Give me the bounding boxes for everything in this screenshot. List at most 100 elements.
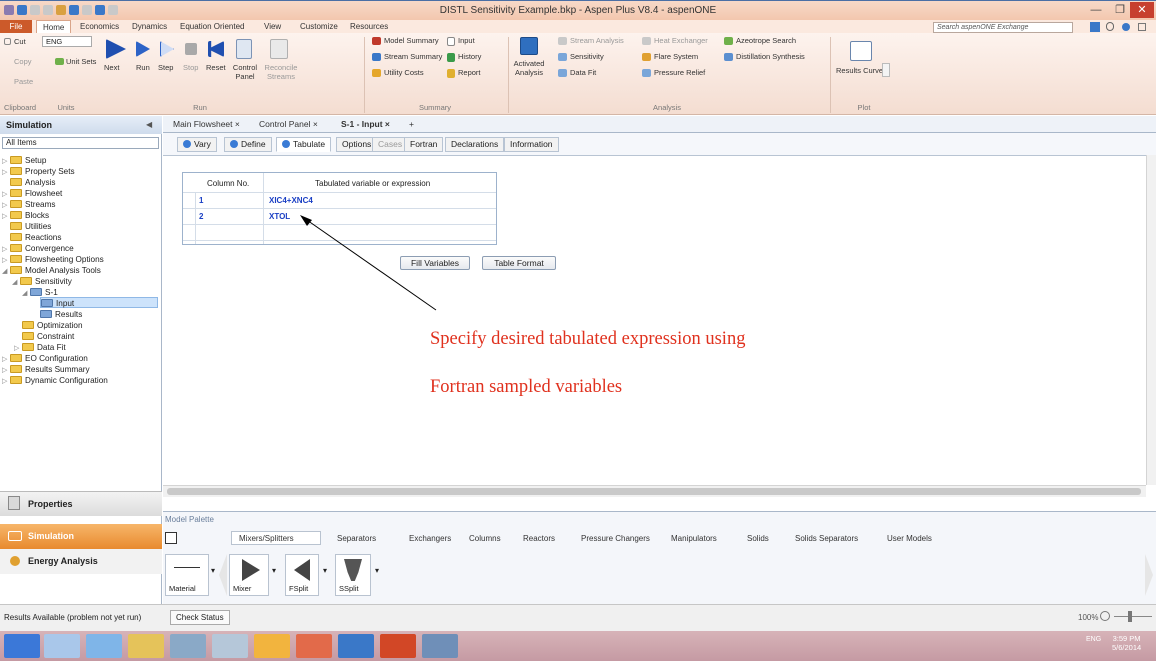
nav-simulation-button[interactable]: Simulation <box>0 524 162 549</box>
stop-button[interactable]: Stop <box>183 63 198 72</box>
scroll-thumb[interactable] <box>167 488 1141 495</box>
tab-define[interactable]: Define <box>224 137 272 152</box>
help-icon[interactable] <box>1122 23 1130 31</box>
check-status-button[interactable]: Check Status <box>170 610 230 625</box>
nav-properties-button[interactable]: Properties <box>0 491 162 516</box>
doc-tab-s1-input[interactable]: S-1 - Input × <box>341 119 390 129</box>
model-summary-button[interactable]: Model Summary <box>384 36 439 45</box>
add-tab-button[interactable]: + <box>409 119 414 129</box>
search-icon[interactable] <box>1090 22 1100 32</box>
close-button[interactable]: ✕ <box>1130 2 1154 18</box>
heat-exchanger-button[interactable]: Heat Exchanger <box>654 36 708 45</box>
app-icon[interactable] <box>212 634 248 658</box>
tree-item[interactable]: Analysis <box>10 177 56 188</box>
zoom-out-icon[interactable] <box>1100 611 1110 621</box>
maximize-button[interactable]: ❐ <box>1108 2 1132 18</box>
unit-sets-button[interactable]: Unit Sets <box>66 57 96 66</box>
tree-item-selected[interactable]: Input <box>40 297 158 308</box>
table-format-button[interactable]: Table Format <box>482 256 556 270</box>
row-2-column-no[interactable]: 2 <box>199 212 203 221</box>
tree-item[interactable]: ▷ Streams <box>2 199 55 210</box>
tab-fortran[interactable]: Fortran <box>404 137 444 152</box>
palette-item-mixer[interactable]: Mixer <box>229 554 269 596</box>
aspen-icon[interactable] <box>338 634 374 658</box>
nav-energy-analysis-button[interactable]: Energy Analysis <box>0 549 162 574</box>
unit-set-select[interactable]: ENG <box>42 36 92 47</box>
tree-item[interactable]: ▷ Flowsheet <box>2 188 62 199</box>
user-icon[interactable] <box>1106 22 1114 31</box>
control-panel-button[interactable]: Control Panel <box>230 63 260 81</box>
chrome-icon[interactable] <box>296 634 332 658</box>
step-button[interactable]: Step <box>158 63 173 72</box>
tree-item[interactable]: Results <box>40 309 82 320</box>
tree-item[interactable]: ▷ Flowsheeting Options <box>2 254 104 265</box>
stream-summary-button[interactable]: Stream Summary <box>384 52 442 61</box>
palette-tab-separators[interactable]: Separators <box>337 534 376 543</box>
row-1-column-no[interactable]: 1 <box>199 196 203 205</box>
tree-item[interactable]: Reactions <box>10 232 61 243</box>
file-explorer-icon[interactable] <box>128 634 164 658</box>
paste-button[interactable]: Paste <box>14 77 33 86</box>
search-input[interactable]: Search aspenONE Exchange <box>933 22 1073 33</box>
palette-item-ssplit[interactable]: SSplit <box>335 554 371 596</box>
palette-tab-pressure-changers[interactable]: Pressure Changers <box>581 534 650 543</box>
app-icon[interactable] <box>170 634 206 658</box>
palette-item-fsplit[interactable]: FSplit <box>285 554 319 596</box>
tree-item[interactable]: Constraint <box>22 331 74 342</box>
tab-home[interactable]: Home <box>36 20 72 33</box>
ssplit-dropdown[interactable]: ▾ <box>375 566 379 575</box>
palette-tab-reactors[interactable]: Reactors <box>523 534 555 543</box>
row-2-expression[interactable]: XTOL <box>269 212 290 221</box>
tree-item[interactable]: ◢ Sensitivity <box>12 276 72 287</box>
language-indicator[interactable]: ENG <box>1086 636 1101 643</box>
minimize-button[interactable]: — <box>1084 2 1108 18</box>
cut-button[interactable]: Cut <box>14 37 26 46</box>
report-button[interactable]: Report <box>458 68 481 77</box>
tab-dynamics[interactable]: Dynamics <box>132 22 167 31</box>
palette-tab-manipulators[interactable]: Manipulators <box>671 534 717 543</box>
tree-item[interactable]: ▷ Convergence <box>2 243 74 254</box>
utility-costs-button[interactable]: Utility Costs <box>384 68 424 77</box>
tree-item[interactable]: ◢ Model Analysis Tools <box>2 265 101 276</box>
tree-item[interactable]: ▷ Property Sets <box>2 166 75 177</box>
fsplit-dropdown[interactable]: ▾ <box>323 566 327 575</box>
palette-tab-mixers-splitters[interactable]: Mixers/Splitters <box>239 534 294 543</box>
start-icon[interactable] <box>4 634 40 658</box>
ribbon-toggle-icon[interactable] <box>1138 23 1146 31</box>
tab-view[interactable]: View <box>264 22 281 31</box>
zoom-slider-thumb[interactable] <box>1128 611 1132 622</box>
tab-tabulate[interactable]: Tabulate <box>276 137 332 152</box>
next-button[interactable]: Next <box>104 63 119 72</box>
internet-explorer-icon[interactable] <box>86 634 122 658</box>
tab-economics[interactable]: Economics <box>80 22 119 31</box>
gallery-expand-button[interactable] <box>882 63 890 77</box>
palette-tab-columns[interactable]: Columns <box>469 534 501 543</box>
tab-file[interactable]: File <box>0 20 32 33</box>
tab-vary[interactable]: Vary <box>177 137 217 152</box>
app-icon[interactable] <box>422 634 458 658</box>
pointer-tool[interactable] <box>165 532 177 544</box>
tree-item[interactable]: ▷ Setup <box>2 155 46 166</box>
app-icon[interactable] <box>254 634 290 658</box>
doc-tab-control-panel[interactable]: Control Panel × <box>259 119 318 129</box>
palette-tab-solids[interactable]: Solids <box>747 534 769 543</box>
collapse-pane-icon[interactable]: ◀ <box>146 120 152 129</box>
palette-tab-exchangers[interactable]: Exchangers <box>409 534 451 543</box>
tab-equation-oriented[interactable]: Equation Oriented <box>180 22 245 31</box>
reconcile-streams-button[interactable]: Reconcile Streams <box>264 63 298 81</box>
tree-item[interactable]: ▷ Data Fit <box>14 342 66 353</box>
tab-cases[interactable]: Cases <box>372 137 409 152</box>
navigation-filter-select[interactable]: All Items <box>2 137 159 149</box>
tree-item[interactable]: ▷ Dynamic Configuration <box>2 375 108 386</box>
vertical-scrollbar[interactable] <box>1146 155 1156 485</box>
palette-tab-solids-separators[interactable]: Solids Separators <box>795 534 858 543</box>
distillation-synthesis-button[interactable]: Distillation Synthesis <box>736 52 805 61</box>
home-icon[interactable] <box>44 634 80 658</box>
tab-declarations[interactable]: Declarations <box>445 137 505 152</box>
zoom-slider[interactable] <box>1114 616 1152 617</box>
powerpoint-icon[interactable] <box>380 634 416 658</box>
run-button[interactable]: Run <box>136 63 150 72</box>
material-dropdown[interactable]: ▾ <box>211 566 215 575</box>
azeotrope-search-button[interactable]: Azeotrope Search <box>736 36 796 45</box>
tab-information[interactable]: Information <box>504 137 559 152</box>
